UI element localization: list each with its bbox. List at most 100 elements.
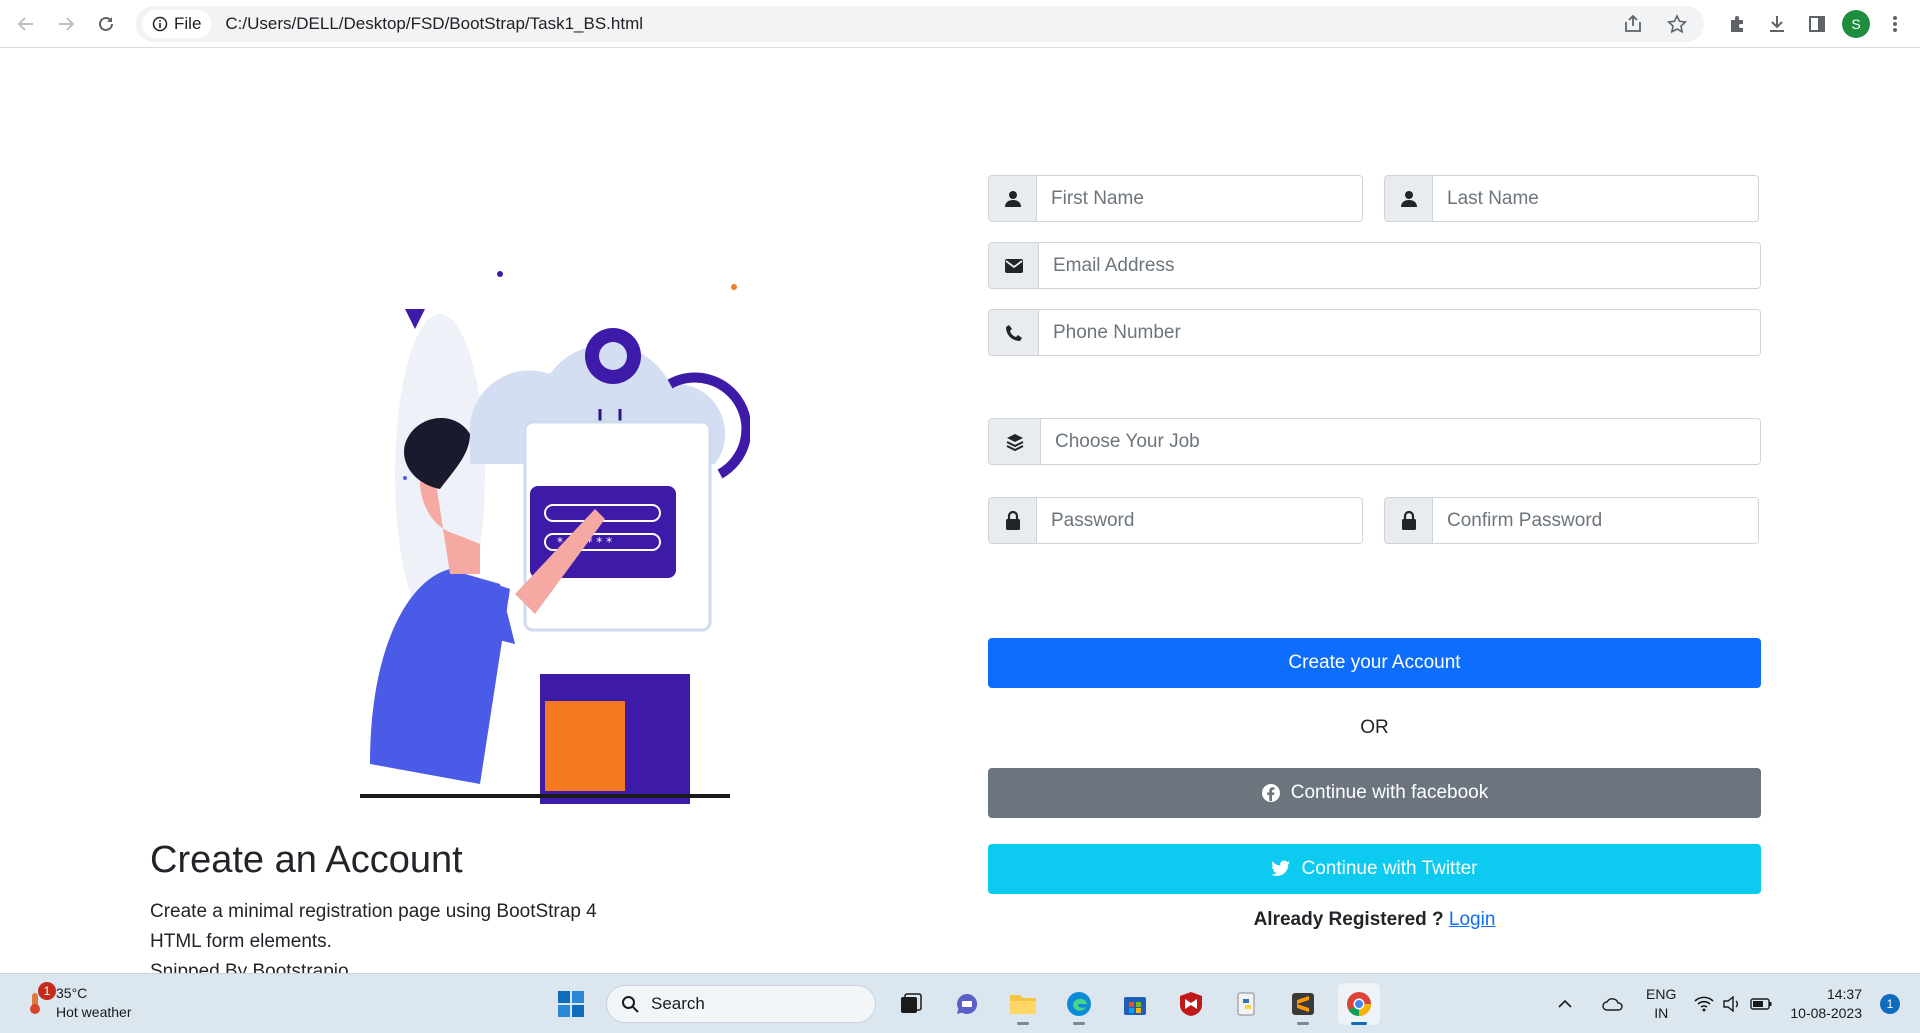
show-hidden-icons-button[interactable] [1550,989,1580,1019]
chrome-button[interactable] [1338,983,1380,1025]
puzzle-icon [1731,16,1743,32]
registration-illustration: * * * * * * [360,271,750,804]
first-name-group [988,175,1363,222]
kebab-menu-icon [1893,16,1897,32]
browser-toolbar: File C:/Users/DELL/Desktop/FSD/BootStrap… [0,0,1920,48]
search-icon [622,996,639,1013]
quick-settings[interactable] [1694,996,1772,1012]
user-icon [1385,176,1433,221]
side-panel-button[interactable] [1802,9,1832,39]
clock-date: 10-08-2023 [1790,1005,1862,1021]
sublime-button[interactable] [1282,983,1324,1025]
notification-badge[interactable]: 1 [1880,994,1900,1014]
page-content: * * * * * * Create an Account Create a m… [0,49,1920,982]
facebook-label: Continue with facebook [1290,782,1489,803]
back-arrow-icon [17,16,33,31]
chevron-up-icon [1558,999,1572,1008]
back-button[interactable] [6,4,46,44]
last-name-group [1384,175,1759,222]
teams-chat-button[interactable] [946,983,988,1025]
weather-temp: 35°C [56,985,88,1001]
download-icon [1770,16,1784,32]
forward-arrow-icon [59,16,75,31]
phone-field[interactable] [1039,310,1760,355]
job-select[interactable] [1041,419,1760,464]
running-indicator [1297,1022,1309,1025]
weather-desc: Hot weather [56,1004,132,1020]
windows-logo-icon [558,991,584,1017]
task-view-button[interactable] [890,983,932,1025]
confirm-password-group [1384,497,1759,544]
or-divider: OR [1360,717,1389,738]
login-link[interactable]: Login [1449,909,1496,930]
description-line: HTML form elements. [150,931,332,952]
start-button[interactable] [550,983,592,1025]
lock-icon [989,498,1037,543]
site-info-chip[interactable]: File [142,10,212,38]
create-account-button[interactable]: Create your Account [988,638,1761,688]
language-code: ENG [1646,986,1677,1002]
phone-icon [989,310,1039,355]
running-indicator [1017,1022,1029,1025]
forward-button[interactable] [46,4,86,44]
page-title: Create an Account [150,839,463,881]
twitter-button[interactable]: Continue with Twitter [988,844,1761,894]
profile-avatar[interactable]: S [1842,10,1870,38]
taskbar-search[interactable]: Search [606,985,876,1023]
python-button[interactable] [1226,983,1268,1025]
weather-widget[interactable]: 1 35°C Hot weather [24,982,132,1022]
envelope-icon [989,243,1039,288]
onedrive-button[interactable] [1598,989,1628,1019]
email-field[interactable] [1039,243,1760,288]
site-label: File [174,14,202,33]
user-icon [989,176,1037,221]
reload-button[interactable] [86,4,126,44]
wifi-icon [1694,996,1714,1012]
confirm-password-field[interactable] [1433,498,1758,543]
info-icon [152,16,168,32]
taskbar-apps: Search [550,982,1380,1026]
sublime-text-icon [1292,993,1314,1015]
description-line: Create a minimal registration page using… [150,901,597,922]
search-label: Search [651,994,705,1013]
region-code: IN [1654,1005,1669,1021]
already-registered-text: Already Registered ? [1253,909,1444,930]
folder-icon [1010,995,1036,1014]
bookmark-button[interactable] [1662,9,1692,39]
password-group [988,497,1363,544]
twitter-label: Continue with Twitter [1301,858,1478,879]
clock[interactable]: 14:37 10-08-2023 [1790,985,1862,1023]
task-view-icon [901,993,922,1013]
already-registered: Already Registered ? Login [988,909,1761,931]
menu-button[interactable] [1880,9,1910,39]
running-indicator [1351,1022,1367,1025]
share-button[interactable] [1618,9,1648,39]
file-explorer-button[interactable] [1002,983,1044,1025]
battery-icon [1750,998,1772,1010]
create-account-label: Create your Account [1288,652,1461,673]
chat-icon [957,993,978,1014]
mcafee-shield-icon [1180,992,1202,1016]
first-name-field[interactable] [1037,176,1362,221]
url-text[interactable]: C:/Users/DELL/Desktop/FSD/BootStrap/Task… [225,14,643,34]
facebook-button[interactable]: Continue with facebook [988,768,1761,818]
extensions-button[interactable] [1722,9,1752,39]
password-field[interactable] [1037,498,1362,543]
store-button[interactable] [1114,983,1156,1025]
store-icon [1124,997,1146,1015]
downloads-button[interactable] [1762,9,1792,39]
phone-group [988,309,1761,356]
side-panel-icon [1809,16,1825,32]
weather-badge: 1 [38,982,56,1000]
language-indicator[interactable]: ENG IN [1646,985,1676,1023]
cloud-icon [1602,998,1623,1011]
share-icon [1625,14,1641,32]
system-tray: ENG IN 14:37 10-08-2023 1 [1550,982,1900,1026]
edge-button[interactable] [1058,983,1100,1025]
edge-icon [1067,992,1091,1016]
mcafee-button[interactable] [1170,983,1212,1025]
last-name-field[interactable] [1433,176,1758,221]
email-group [988,242,1761,289]
address-bar[interactable]: File C:/Users/DELL/Desktop/FSD/BootStrap… [136,6,1704,42]
layers-icon [989,419,1041,464]
